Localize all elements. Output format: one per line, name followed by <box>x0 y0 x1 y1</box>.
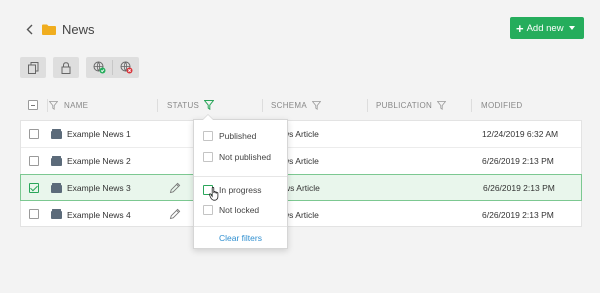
dropdown-divider <box>194 176 287 177</box>
name-cell: Example News 2 <box>67 156 131 166</box>
column-status[interactable]: STATUS <box>167 95 215 115</box>
filter-checkbox[interactable] <box>203 152 213 162</box>
column-label: STATUS <box>167 100 200 110</box>
news-table: Example News 1 ws Article 12/24/2019 6:3… <box>20 120 582 227</box>
publish-group <box>86 57 139 78</box>
schema-cell: ws Article <box>284 182 320 193</box>
table-row[interactable]: Example News 3 ws Article 6/26/2019 2:13… <box>20 174 582 201</box>
filter-checkbox[interactable] <box>203 131 213 141</box>
select-all-checkbox[interactable] <box>28 100 38 110</box>
name-cell: Example News 1 <box>67 129 131 139</box>
table-row[interactable]: Example News 1 ws Article 12/24/2019 6:3… <box>21 121 581 148</box>
table-header: NAME STATUS SCHEMA PUBLICATION MODIFIED <box>20 95 582 115</box>
dropdown-divider <box>194 226 287 227</box>
filter-icon[interactable] <box>312 100 322 110</box>
filter-checkbox[interactable] <box>203 205 213 215</box>
column-label: PUBLICATION <box>376 100 433 110</box>
name-cell: Example News 3 <box>67 182 131 193</box>
unpublish-icon <box>120 61 132 74</box>
folder-icon <box>42 24 56 35</box>
copy-button[interactable] <box>20 57 46 78</box>
add-new-label: Add new <box>526 22 564 34</box>
column-modified[interactable]: MODIFIED <box>481 95 523 115</box>
lock-icon <box>61 61 71 74</box>
filter-option-label: Published <box>219 131 257 141</box>
column-schema[interactable]: SCHEMA <box>271 95 322 115</box>
column-label: MODIFIED <box>481 100 523 110</box>
column-divider <box>262 99 263 112</box>
table-row[interactable]: Example News 4 ws Article 6/26/2019 2:13… <box>21 201 581 228</box>
unpublish-button[interactable] <box>113 57 139 78</box>
table-row[interactable]: Example News 2 ws Article 6/26/2019 2:13… <box>21 148 581 175</box>
status-filter-dropdown: Published Not published In progress Not … <box>193 114 288 249</box>
content-item-icon <box>51 129 62 139</box>
column-divider <box>157 99 158 112</box>
caret-down-icon <box>568 26 575 30</box>
column-divider <box>471 99 472 112</box>
row-checkbox[interactable] <box>29 183 39 193</box>
column-label: SCHEMA <box>271 100 308 110</box>
content-item-icon <box>51 156 62 166</box>
clear-filters-link[interactable]: Clear filters <box>194 230 287 246</box>
publish-icon <box>93 61 105 74</box>
filter-option-in-progress[interactable]: In progress <box>203 183 262 197</box>
row-checkbox[interactable] <box>29 129 39 139</box>
add-new-button[interactable]: + Add new <box>510 17 584 39</box>
content-item-icon <box>51 209 62 219</box>
select-all-cell <box>28 95 38 115</box>
filter-icon[interactable] <box>437 100 447 110</box>
modified-cell: 6/26/2019 2:13 PM <box>482 209 554 220</box>
column-name[interactable]: NAME <box>49 95 88 115</box>
lock-button[interactable] <box>53 57 79 78</box>
filter-option-label: Not published <box>219 152 271 162</box>
filter-icon[interactable] <box>204 100 215 110</box>
filter-icon[interactable] <box>49 100 58 110</box>
plus-icon: + <box>516 20 524 36</box>
schema-cell: ws Article <box>283 156 319 166</box>
content-item-icon <box>51 183 62 193</box>
filter-option-published[interactable]: Published <box>203 129 256 143</box>
row-checkbox[interactable] <box>29 156 39 166</box>
page-header: News <box>22 18 95 40</box>
modified-cell: 6/26/2019 2:13 PM <box>483 182 555 193</box>
chevron-left-icon <box>26 24 32 34</box>
row-checkbox[interactable] <box>29 209 39 219</box>
filter-option-not-locked[interactable]: Not locked <box>203 203 259 217</box>
filter-option-not-published[interactable]: Not published <box>203 150 271 164</box>
schema-cell: ws Article <box>283 209 319 220</box>
filter-option-label: Not locked <box>219 205 260 215</box>
column-divider <box>47 99 48 112</box>
column-divider <box>367 99 368 112</box>
schema-cell: ws Article <box>283 129 319 139</box>
page-title: News <box>62 21 95 37</box>
name-cell: Example News 4 <box>67 209 131 220</box>
filter-option-label: In progress <box>219 185 262 195</box>
column-label: NAME <box>64 100 89 110</box>
action-toolbar <box>20 57 139 78</box>
copy-icon <box>27 61 38 74</box>
modified-cell: 12/24/2019 6:32 AM <box>482 129 559 139</box>
back-button[interactable] <box>22 20 36 38</box>
pencil-icon[interactable] <box>169 182 181 194</box>
pencil-icon[interactable] <box>169 208 181 220</box>
publish-button[interactable] <box>86 57 112 78</box>
column-publication[interactable]: PUBLICATION <box>376 95 447 115</box>
filter-checkbox[interactable] <box>203 185 213 195</box>
modified-cell: 6/26/2019 2:13 PM <box>482 156 554 166</box>
